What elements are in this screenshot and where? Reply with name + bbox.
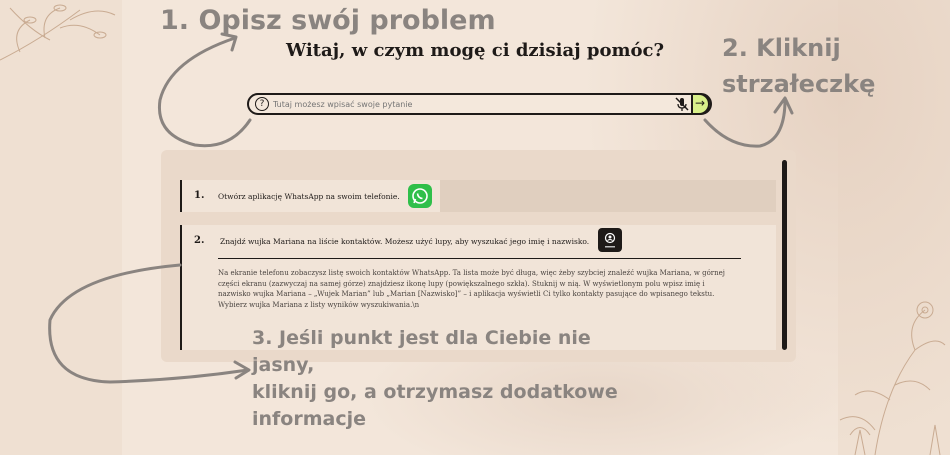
annotation-arrows (48, 32, 794, 384)
arrow-curve-icon (703, 98, 787, 148)
arrow-curve-icon (157, 36, 252, 148)
arrow-curve-icon (48, 263, 250, 384)
